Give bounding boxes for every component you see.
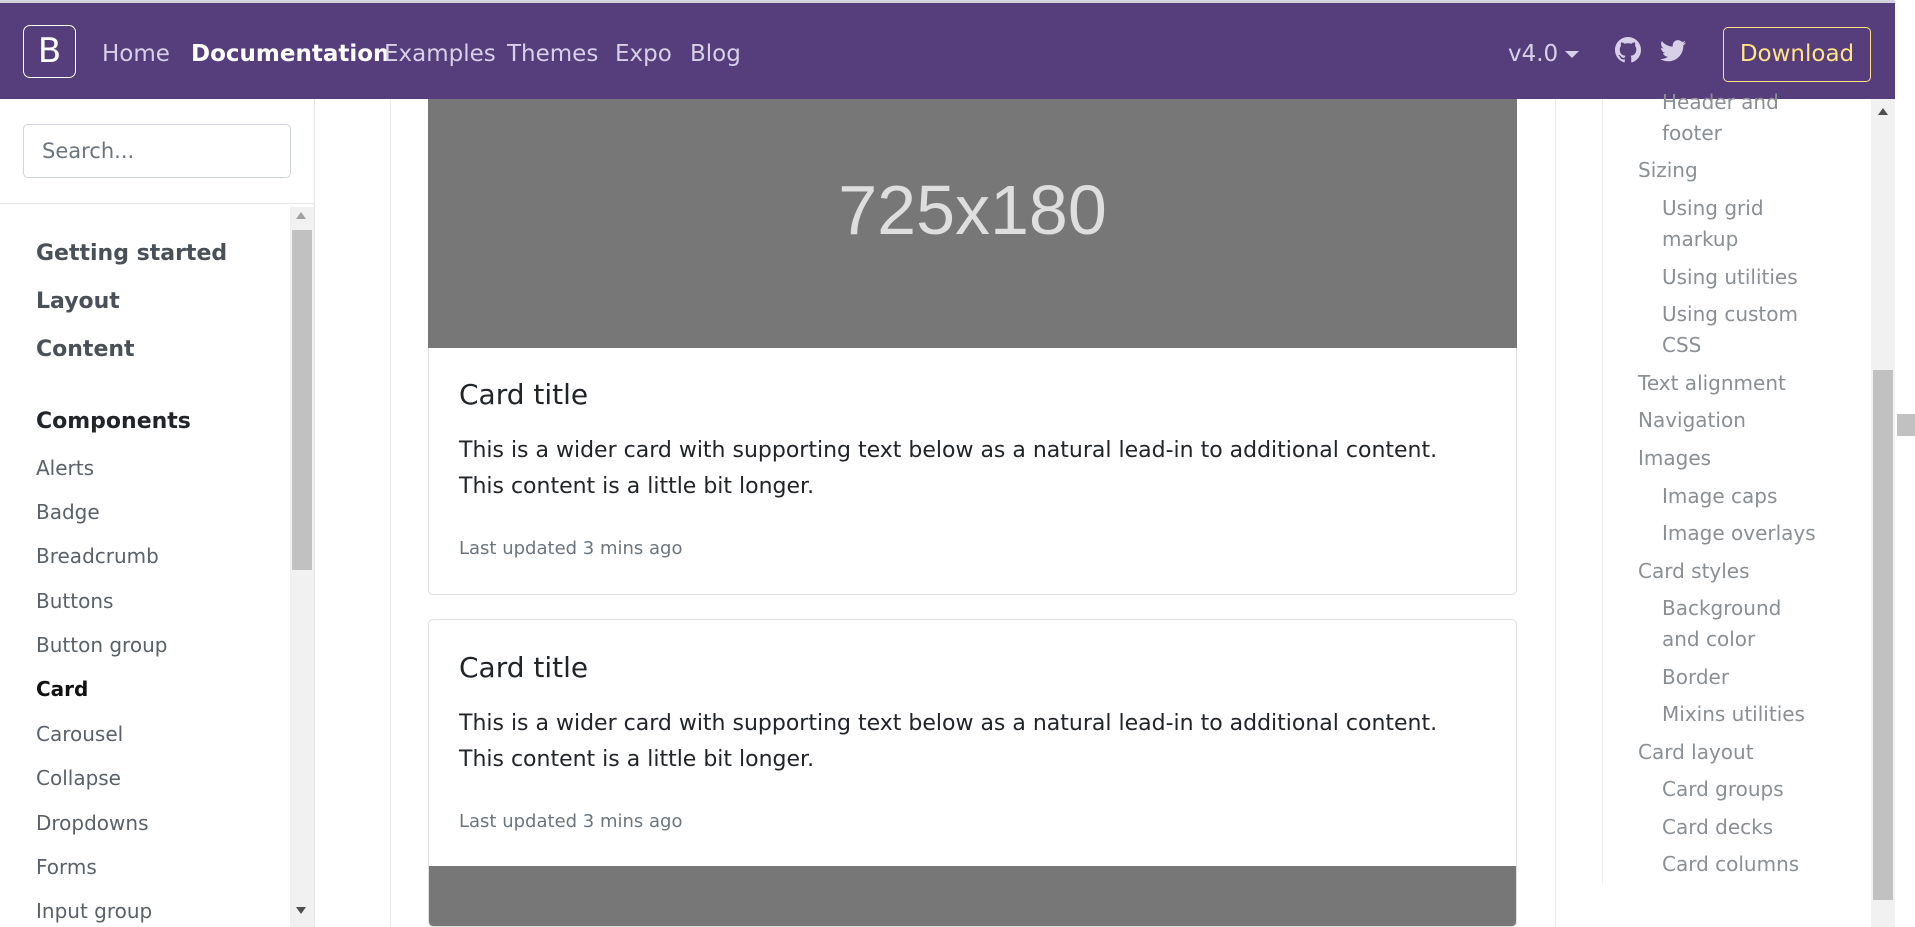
toc-link[interactable]: Images [1638, 443, 1711, 474]
sidebar-section-components[interactable]: Components [36, 409, 191, 434]
card-updated-text: Last updated 3 mins ago [459, 811, 683, 832]
toc-link[interactable]: Background and color [1662, 593, 1782, 655]
content-divider [390, 99, 391, 927]
toc-scrollbar-thumb[interactable] [1873, 370, 1893, 900]
toc-link[interactable]: Navigation [1638, 405, 1746, 436]
sidebar-section-content[interactable]: Content [36, 337, 135, 362]
nav-documentation-link[interactable]: Documentation [191, 41, 389, 67]
card-text: This is a wider card with supporting tex… [459, 438, 1438, 499]
nav-examples-link[interactable]: Examples [384, 41, 496, 67]
nav-home-link[interactable]: Home [102, 41, 170, 67]
sidebar-item-breadcrumb[interactable]: Breadcrumb [36, 544, 159, 568]
sidebar-section-getting-started[interactable]: Getting started [36, 241, 227, 266]
toc-link[interactable]: Using custom CSS [1662, 299, 1802, 361]
nav-expo-link[interactable]: Expo [615, 41, 672, 67]
sidebar-item-collapse[interactable]: Collapse [36, 766, 121, 790]
sidebar-item-input-group[interactable]: Input group [36, 899, 152, 923]
toc-link[interactable]: Card groups [1662, 774, 1784, 805]
toc-link[interactable]: Image caps [1662, 481, 1777, 512]
toc-link[interactable]: Card styles [1638, 556, 1750, 587]
toc-link[interactable]: Using utilities [1662, 262, 1798, 293]
toc-link[interactable]: Border [1662, 662, 1729, 693]
toc-border [1602, 99, 1603, 884]
top-navbar: B Home Documentation Examples Themes Exp… [0, 0, 1895, 99]
card-updated-text: Last updated 3 mins ago [459, 538, 683, 559]
toc-link[interactable]: Using grid markup [1662, 193, 1782, 255]
card: Card title This is a wider card with sup… [428, 619, 1517, 927]
card: Card title This is a wider card with sup… [428, 348, 1517, 595]
sidebar-item-badge[interactable]: Badge [36, 500, 100, 524]
sidebar-item-carousel[interactable]: Carousel [36, 722, 123, 746]
sidebar-item-dropdowns[interactable]: Dropdowns [36, 811, 149, 835]
scroll-up-arrow-icon[interactable] [296, 212, 306, 219]
toc-link[interactable]: Sizing [1638, 155, 1698, 186]
sidebar-item-button-group[interactable]: Button group [36, 633, 167, 657]
card-image-placeholder: 725x180 [428, 99, 1517, 348]
toc-link[interactable]: Card columns [1662, 849, 1799, 880]
card-title: Card title [459, 651, 589, 684]
github-icon[interactable] [1615, 37, 1641, 63]
search-input[interactable]: Search... [23, 124, 291, 178]
bootstrap-logo[interactable]: B [23, 25, 76, 78]
card-text: This is a wider card with supporting tex… [459, 711, 1438, 772]
toc-link[interactable]: Header and footer [1662, 87, 1802, 149]
sidebar-item-alerts[interactable]: Alerts [36, 456, 94, 480]
page-scrollbar[interactable] [1895, 0, 1915, 927]
page-scrollbar-thumb[interactable] [1897, 414, 1915, 436]
sidebar-scrollbar-thumb[interactable] [292, 230, 312, 570]
docs-sidebar: Search... Getting started Layout Content… [0, 99, 315, 927]
toc-link[interactable]: Mixins utilities [1662, 699, 1805, 730]
toc-link[interactable]: Card decks [1662, 812, 1773, 843]
sidebar-item-forms[interactable]: Forms [36, 855, 97, 879]
scroll-down-arrow-icon[interactable] [296, 907, 306, 914]
twitter-icon[interactable] [1660, 39, 1686, 63]
sidebar-item-buttons[interactable]: Buttons [36, 589, 113, 613]
toc-link[interactable]: Image overlays [1662, 518, 1816, 549]
nav-themes-link[interactable]: Themes [507, 41, 598, 67]
download-button[interactable]: Download [1723, 27, 1871, 82]
caret-down-icon[interactable] [1565, 51, 1579, 58]
nav-blog-link[interactable]: Blog [690, 41, 741, 67]
toc-link[interactable]: Card layout [1638, 737, 1754, 768]
sidebar-section-layout[interactable]: Layout [36, 289, 120, 314]
version-dropdown[interactable]: v4.0 [1508, 41, 1558, 67]
toc-link[interactable]: Text alignment [1638, 368, 1786, 399]
card-title: Card title [459, 378, 589, 411]
content-divider [1555, 99, 1556, 927]
sidebar-divider [0, 203, 314, 204]
sidebar-item-card[interactable]: Card [36, 677, 88, 701]
card-image-placeholder [429, 866, 1516, 926]
scroll-up-arrow-icon[interactable] [1878, 108, 1888, 115]
